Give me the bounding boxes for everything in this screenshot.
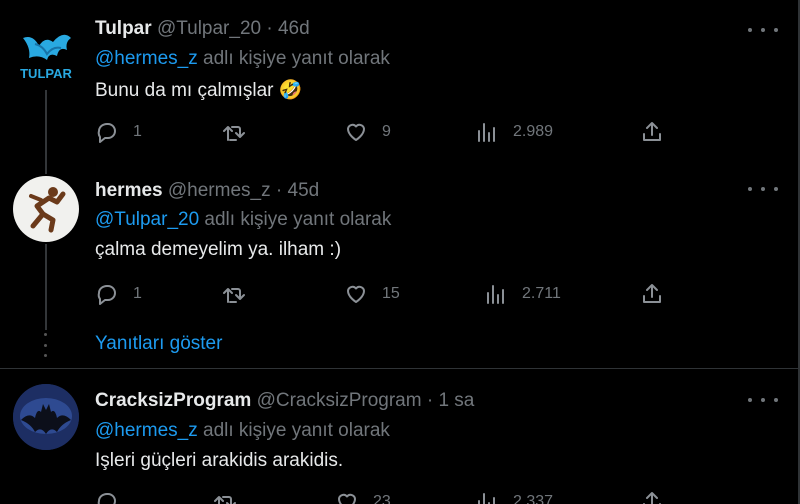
reply-context-label: adlı kişiye yanıt olarak — [203, 420, 390, 441]
share-button[interactable] — [640, 118, 664, 146]
more-icon[interactable] — [748, 179, 778, 199]
timestamp[interactable]: 45d — [288, 180, 320, 201]
like-count: 15 — [382, 285, 400, 302]
reply-count: 1 — [133, 123, 142, 140]
views-button[interactable]: 2.989 — [475, 118, 553, 146]
tweet-header: hermes @hermes_z · 45d — [95, 180, 319, 202]
handle[interactable]: @CracksizProgram — [257, 390, 422, 411]
timestamp[interactable]: 46d — [278, 18, 310, 39]
display-name[interactable]: hermes — [95, 180, 163, 201]
share-button[interactable] — [640, 280, 664, 308]
retweet-icon — [223, 288, 245, 303]
thread-continuation-dots — [44, 333, 48, 357]
retweet-icon — [223, 126, 245, 141]
tweet-header: Tulpar @Tulpar_20 · 46d — [95, 18, 310, 40]
views-button[interactable]: 2.337 — [475, 488, 553, 504]
views-icon — [478, 123, 495, 142]
reply-icon — [97, 123, 116, 143]
share-icon — [643, 122, 661, 141]
tweet-actions: 23 2.337 — [95, 488, 675, 504]
like-icon — [347, 285, 365, 303]
separator-dot: · — [426, 390, 434, 411]
retweet-icon — [214, 496, 236, 504]
retweet-button[interactable] — [222, 118, 246, 146]
retweet-button[interactable] — [222, 280, 246, 308]
tweet-text: Işleri güçleri arakidis arakidis. — [95, 450, 344, 471]
views-count: 2.711 — [522, 285, 561, 302]
hermes-runner-icon — [29, 187, 66, 233]
like-count: 23 — [373, 493, 391, 504]
reply-context: @Tulpar_20 adlı kişiye yanıt olarak — [95, 209, 391, 231]
avatar-cracksizprogram[interactable] — [13, 384, 79, 450]
share-button[interactable] — [640, 488, 664, 504]
like-icon — [338, 493, 356, 504]
retweet-button[interactable] — [213, 488, 237, 504]
handle[interactable]: @hermes_z — [168, 180, 271, 201]
tweet-actions: 1 15 2.711 — [95, 280, 675, 308]
handle[interactable]: @Tulpar_20 — [157, 18, 261, 39]
mention-link[interactable]: @Tulpar_20 — [95, 209, 199, 230]
more-icon[interactable] — [748, 390, 778, 410]
views-icon — [478, 493, 495, 504]
tulpar-logo-icon: TULPAR — [20, 34, 72, 81]
avatar-tulpar[interactable]: TULPAR — [13, 24, 79, 90]
separator-dot: · — [266, 18, 273, 39]
views-button[interactable]: 2.711 — [484, 280, 561, 308]
separator-dot: · — [275, 180, 283, 201]
reply-context: @hermes_z adlı kişiye yanıt olarak — [95, 48, 390, 70]
reply-button[interactable]: 1 — [95, 118, 142, 146]
share-icon — [643, 492, 661, 504]
reply-count: 1 — [133, 285, 142, 302]
tweet-text: çalma demeyelim ya. ilham :) — [95, 239, 342, 260]
batman-logo-icon — [13, 384, 79, 450]
views-count: 2.337 — [513, 493, 554, 504]
more-icon[interactable] — [748, 20, 778, 40]
reply-context-label: adlı kişiye yanıt olarak — [203, 48, 390, 69]
tweet-divider — [0, 368, 800, 369]
share-icon — [643, 284, 661, 303]
like-count: 9 — [382, 123, 391, 140]
like-icon — [347, 123, 365, 141]
show-replies-link[interactable]: Yanıtları göster — [95, 333, 222, 355]
reply-button[interactable] — [95, 488, 133, 504]
reply-button[interactable]: 1 — [95, 280, 142, 308]
like-button[interactable]: 15 — [344, 280, 400, 308]
svg-text:TULPAR: TULPAR — [20, 66, 72, 81]
like-button[interactable]: 23 — [335, 488, 391, 504]
mention-link[interactable]: @hermes_z — [95, 420, 198, 441]
like-button[interactable]: 9 — [344, 118, 391, 146]
display-name[interactable]: CracksizProgram — [95, 390, 251, 411]
timestamp[interactable]: 1 sa — [438, 390, 474, 411]
avatar-hermes[interactable] — [13, 176, 79, 242]
views-count: 2.989 — [513, 123, 554, 140]
thread-line — [45, 82, 47, 174]
mention-link[interactable]: @hermes_z — [95, 48, 198, 69]
reply-context-label: adlı kişiye yanıt olarak — [204, 209, 392, 230]
reply-context: @hermes_z adlı kişiye yanıt olarak — [95, 420, 390, 442]
tweet-text: Bunu da mı çalmışlar 🤣 — [95, 80, 303, 101]
views-icon — [487, 285, 504, 304]
thread-line — [45, 244, 47, 330]
display-name[interactable]: Tulpar — [95, 18, 152, 39]
reply-icon — [97, 285, 116, 305]
tweet-header: CracksizProgram @CracksizProgram · 1 sa — [95, 390, 474, 412]
tweet-actions: 1 9 2.989 — [95, 118, 675, 146]
reply-icon — [97, 493, 116, 504]
